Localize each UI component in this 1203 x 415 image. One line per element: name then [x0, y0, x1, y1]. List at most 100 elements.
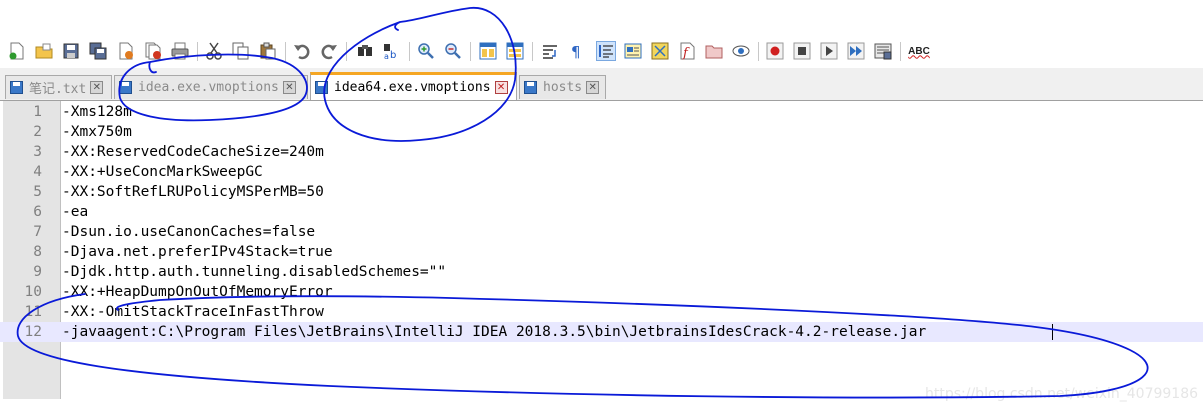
line-number: 7	[33, 224, 42, 240]
line-number: 8	[33, 244, 42, 260]
toolbar-separator	[285, 42, 286, 61]
tab-idea64-vmoptions[interactable]: idea64.exe.vmoptions ✕	[310, 72, 517, 100]
new-file-icon[interactable]	[7, 41, 27, 61]
stop-recording-icon[interactable]	[792, 41, 812, 61]
function-list-icon[interactable]: f	[677, 41, 697, 61]
show-all-characters-icon[interactable]: ¶	[567, 41, 587, 61]
svg-text:a: a	[384, 52, 389, 60]
print-icon[interactable]	[170, 41, 190, 61]
copy-icon[interactable]	[231, 41, 251, 61]
line-number: 2	[33, 124, 42, 140]
line-text: -XX:+HeapDumpOnOutOfMemoryError	[62, 284, 333, 300]
tab-label: hosts	[543, 80, 583, 95]
document-map-icon[interactable]	[650, 41, 670, 61]
code-line[interactable]: 7 -Dsun.io.useCanonCaches=false	[0, 222, 1203, 242]
redo-icon[interactable]	[319, 41, 339, 61]
floppy-disk-icon	[524, 81, 537, 94]
line-number: 1	[33, 104, 42, 120]
folder-as-workspace-icon[interactable]	[704, 41, 724, 61]
playback-macro-icon[interactable]	[819, 41, 839, 61]
line-number: 3	[33, 144, 42, 160]
tab-close-icon[interactable]: ✕	[586, 81, 600, 94]
find-icon[interactable]	[355, 41, 375, 61]
user-language-icon[interactable]	[623, 41, 643, 61]
tab-bar: 笔记.txt ✕ idea.exe.vmoptions ✕ idea64.exe…	[0, 68, 1203, 101]
line-number: 6	[33, 204, 42, 220]
toolbar-separator	[409, 42, 410, 61]
code-line[interactable]: 5 -XX:SoftRefLRUPolicyMSPerMB=50	[0, 182, 1203, 202]
toolbar-separator	[532, 42, 533, 61]
line-number: 5	[33, 184, 42, 200]
floppy-disk-icon	[119, 81, 132, 94]
code-line[interactable]: 3 -XX:ReservedCodeCacheSize=240m	[0, 142, 1203, 162]
svg-text:¶: ¶	[571, 43, 581, 60]
floppy-disk-icon	[10, 81, 23, 94]
line-text: -XX:-OmitStackTraceInFastThrow	[62, 304, 324, 320]
tab-notes[interactable]: 笔记.txt ✕	[5, 75, 112, 99]
close-all-icon[interactable]	[143, 41, 163, 61]
monitoring-icon[interactable]	[731, 41, 751, 61]
sync-horizontal-icon[interactable]	[505, 41, 525, 61]
paste-icon[interactable]	[258, 41, 278, 61]
line-text: -Xms128m	[62, 104, 132, 120]
code-line[interactable]: 9 -Djdk.http.auth.tunneling.disabledSche…	[0, 262, 1203, 282]
save-macro-icon[interactable]	[873, 41, 893, 61]
replace-icon[interactable]: ba	[382, 41, 402, 61]
line-text: -Djava.net.preferIPv4Stack=true	[62, 244, 333, 260]
toolbar-separator	[197, 42, 198, 61]
code-line[interactable]: 1 -Xms128m	[0, 102, 1203, 122]
word-wrap-icon[interactable]	[540, 41, 560, 61]
tab-idea-vmoptions[interactable]: idea.exe.vmoptions ✕	[114, 75, 308, 99]
line-text: -XX:ReservedCodeCacheSize=240m	[62, 144, 324, 160]
line-text: -Xmx750m	[62, 124, 132, 140]
code-line-current[interactable]: 12 -javaagent:C:\Program Files\JetBrains…	[0, 322, 1203, 342]
line-number: 11	[24, 304, 42, 320]
tab-close-icon[interactable]: ✕	[282, 81, 296, 94]
undo-icon[interactable]	[292, 41, 312, 61]
spell-check-icon[interactable]: ABC	[907, 41, 931, 61]
tab-label: 笔记.txt	[29, 82, 87, 97]
zoom-out-icon[interactable]	[443, 41, 463, 61]
tab-label: idea64.exe.vmoptions	[334, 80, 491, 95]
tab-hosts[interactable]: hosts ✕	[519, 75, 606, 99]
text-caret	[1052, 324, 1053, 340]
tab-label: idea.exe.vmoptions	[138, 80, 279, 95]
floppy-disk-icon	[315, 81, 328, 94]
zoom-in-icon[interactable]	[416, 41, 436, 61]
sync-vertical-icon[interactable]	[478, 41, 498, 61]
code-line[interactable]: 11 -XX:-OmitStackTraceInFastThrow	[0, 302, 1203, 322]
line-text: -XX:SoftRefLRUPolicyMSPerMB=50	[62, 184, 324, 200]
spell-check-label: ABC	[908, 45, 930, 57]
toolbar-separator	[470, 42, 471, 61]
toolbar-separator	[346, 42, 347, 61]
save-icon[interactable]	[61, 41, 81, 61]
line-text: -XX:+UseConcMarkSweepGC	[62, 164, 263, 180]
svg-text:b: b	[390, 50, 396, 60]
code-line[interactable]: 2 -Xmx750m	[0, 122, 1203, 142]
editor[interactable]: 1 -Xms128m 2 -Xmx750m 3 -XX:ReservedCode…	[0, 101, 1203, 399]
line-number: 10	[24, 284, 42, 300]
line-number: 12	[24, 324, 42, 340]
code-line[interactable]: 10 -XX:+HeapDumpOnOutOfMemoryError	[0, 282, 1203, 302]
code-line[interactable]: 8 -Djava.net.preferIPv4Stack=true	[0, 242, 1203, 262]
toolbar: ba ¶ f ABC	[0, 36, 1203, 68]
watermark: https://blog.csdn.net/weixin_40799186	[925, 386, 1199, 402]
save-all-icon[interactable]	[88, 41, 108, 61]
code-line[interactable]: 6 -ea	[0, 202, 1203, 222]
run-macro-multiple-icon[interactable]	[846, 41, 866, 61]
line-number: 9	[33, 264, 42, 280]
open-file-icon[interactable]	[34, 41, 54, 61]
line-text: -ea	[62, 204, 89, 220]
tab-close-icon[interactable]: ✕	[494, 81, 508, 94]
cut-icon[interactable]	[204, 41, 224, 61]
record-macro-icon[interactable]	[765, 41, 785, 61]
indent-guide-icon[interactable]	[596, 41, 616, 61]
line-text: -Dsun.io.useCanonCaches=false	[62, 224, 316, 240]
code-line[interactable]: 4 -XX:+UseConcMarkSweepGC	[0, 162, 1203, 182]
toolbar-separator	[900, 42, 901, 61]
tab-close-icon[interactable]: ✕	[90, 81, 104, 94]
line-text: -Djdk.http.auth.tunneling.disabledScheme…	[62, 264, 447, 280]
close-icon[interactable]	[116, 41, 136, 61]
line-number: 4	[33, 164, 42, 180]
line-text: -javaagent:C:\Program Files\JetBrains\In…	[62, 324, 927, 340]
